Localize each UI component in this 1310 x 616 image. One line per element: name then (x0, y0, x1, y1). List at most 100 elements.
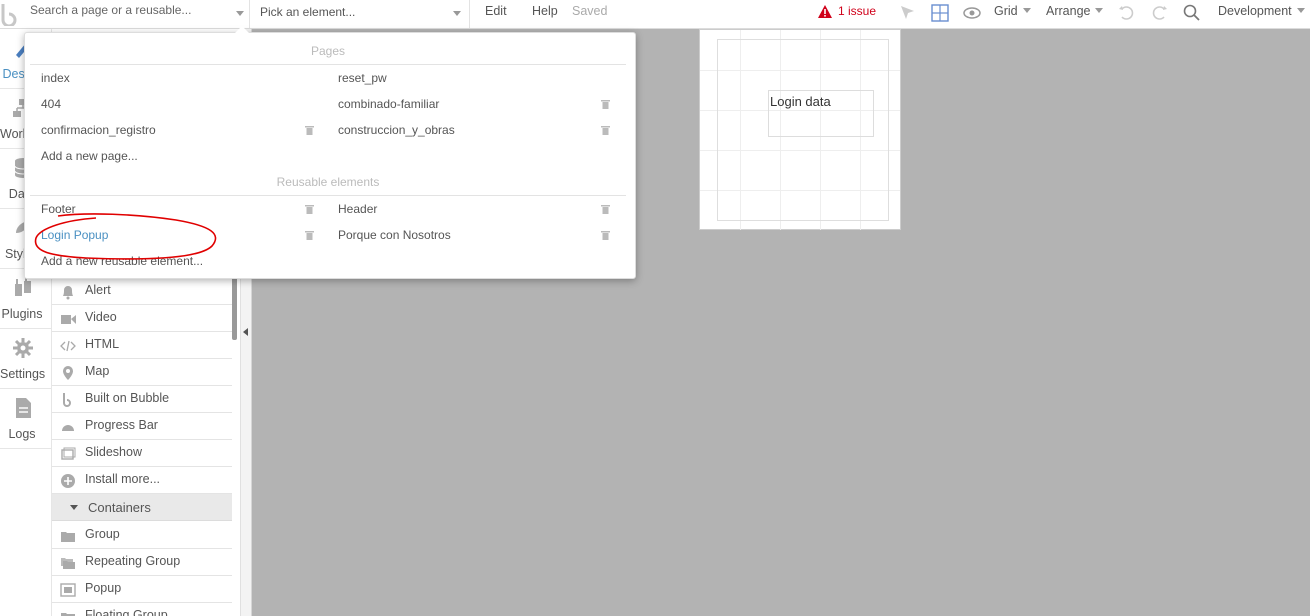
canvas-page[interactable]: Login data (699, 29, 901, 230)
trash-icon[interactable] (305, 230, 314, 240)
caret-down-icon (70, 505, 78, 510)
element-label: Floating Group (85, 608, 168, 616)
trash-icon[interactable] (601, 204, 610, 214)
page-item-index[interactable]: index (41, 71, 70, 85)
element-label: Popup (85, 581, 122, 595)
element-label: Progress Bar (85, 418, 158, 432)
element-label: Group (85, 527, 120, 541)
reusable-item-porque-con-nosotros[interactable]: Porque con Nosotros (338, 228, 451, 242)
trash-icon[interactable] (601, 230, 610, 240)
chevron-down-icon (1022, 8, 1031, 13)
element-label: Repeating Group (85, 554, 181, 568)
trash-icon[interactable] (305, 125, 314, 135)
nav-label-settings: Settings (0, 367, 46, 381)
element-label: Slideshow (85, 445, 142, 459)
environment-dropdown[interactable]: Development (1218, 4, 1305, 18)
folders-icon (61, 558, 75, 569)
grid-layout-icon[interactable] (930, 3, 950, 23)
add-reusable-link[interactable]: Add a new reusable element... (41, 254, 203, 268)
element-label: HTML (85, 337, 120, 351)
environment-label: Development (1218, 4, 1292, 18)
element-group[interactable]: Group (52, 522, 232, 549)
arrange-dropdown[interactable]: Arrange (1046, 4, 1104, 18)
bubble-icon (63, 393, 71, 407)
issues-count: 1 issue (838, 4, 877, 18)
search-icon[interactable] (1182, 3, 1202, 23)
page-item-construccion-y-obras[interactable]: construccion_y_obras (338, 123, 455, 137)
logs-icon (16, 398, 31, 418)
element-repeating-group[interactable]: Repeating Group (52, 549, 232, 576)
element-label: Alert (85, 283, 111, 297)
folder-icon (61, 532, 75, 542)
element-floating-group[interactable]: Floating Group (52, 603, 232, 616)
video-icon (61, 315, 76, 324)
bubble-logo-icon[interactable] (0, 2, 20, 26)
element-slideshow[interactable]: Slideshow (52, 440, 232, 467)
chevron-down-icon (1296, 8, 1305, 13)
element-popup[interactable]: Popup (52, 576, 232, 603)
add-page-link[interactable]: Add a new page... (41, 149, 138, 163)
page-selector-dropdown: Pages index 404 confirmacion_registro re… (24, 26, 636, 279)
element-label: Video (85, 310, 117, 324)
eye-icon[interactable] (962, 3, 982, 23)
element-built-on-bubble[interactable]: Built on Bubble (52, 386, 232, 413)
trash-icon[interactable] (601, 99, 610, 109)
reusable-item-header[interactable]: Header (338, 202, 377, 216)
popup-icon (60, 583, 76, 597)
undo-icon[interactable] (1117, 3, 1137, 23)
nav-label-logs: Logs (8, 427, 36, 441)
login-data-text-element[interactable]: Login data (768, 90, 874, 137)
chevron-down-icon (236, 11, 244, 16)
page-search-dropdown[interactable]: Search a page or a reusable... (24, 0, 250, 28)
reusable-item-footer[interactable]: Footer (41, 202, 76, 216)
plugins-icon (15, 277, 31, 296)
arrange-label: Arrange (1046, 4, 1091, 18)
nav-item-logs[interactable]: Logs (0, 389, 52, 449)
page-item-reset-pw[interactable]: reset_pw (338, 71, 387, 85)
gear-icon (13, 338, 33, 358)
element-video[interactable]: Video (52, 305, 232, 332)
edit-menu[interactable]: Edit (485, 4, 507, 18)
saved-status: Saved (572, 4, 608, 18)
element-alert[interactable]: Alert (52, 278, 232, 305)
reusable-item-login-popup[interactable]: Login Popup (41, 228, 108, 242)
nav-item-settings[interactable]: Settings (0, 329, 52, 389)
trash-icon[interactable] (601, 125, 610, 135)
bell-icon (63, 286, 73, 300)
login-data-text: Login data (770, 94, 831, 109)
issues-indicator[interactable]: 1 issue (818, 4, 876, 18)
dropdown-pointer (235, 26, 249, 33)
panel-scrollbar[interactable] (232, 270, 237, 340)
map-pin-icon (63, 366, 73, 380)
warning-icon (818, 4, 832, 18)
trash-icon[interactable] (305, 204, 314, 214)
element-map[interactable]: Map (52, 359, 232, 386)
top-bar: Search a page or a reusable... Pick an e… (0, 0, 1310, 29)
page-search-text[interactable]: Search a page or a reusable... (30, 3, 191, 17)
grid-label: Grid (994, 4, 1018, 18)
help-menu[interactable]: Help (532, 4, 558, 18)
page-item-404[interactable]: 404 (41, 97, 61, 111)
redo-icon[interactable] (1149, 3, 1169, 23)
element-install-more[interactable]: Install more... (52, 467, 232, 494)
caret-left-icon (243, 328, 248, 336)
canvas-inner-group[interactable]: Login data (717, 39, 889, 221)
page-item-combinado-familiar[interactable]: combinado-familiar (338, 97, 439, 111)
progress-bar-icon (62, 425, 74, 431)
chevron-down-icon (1095, 8, 1104, 13)
element-picker-dropdown[interactable]: Pick an element... (252, 0, 470, 28)
floating-group-icon (61, 613, 75, 616)
element-label: Map (85, 364, 110, 378)
reusable-section-header: Reusable elements (30, 175, 626, 196)
pages-section-header: Pages (30, 44, 626, 65)
page-item-confirmacion-registro[interactable]: confirmacion_registro (41, 123, 156, 137)
nav-label-plugins: Plugins (1, 307, 43, 321)
containers-section-header[interactable]: Containers (52, 494, 232, 521)
grid-dropdown[interactable]: Grid (994, 4, 1031, 18)
chevron-down-icon (453, 11, 461, 16)
element-html[interactable]: HTML (52, 332, 232, 359)
element-picker-text: Pick an element... (260, 5, 356, 19)
code-icon (60, 340, 76, 352)
element-progress-bar[interactable]: Progress Bar (52, 413, 232, 440)
cursor-icon[interactable] (898, 3, 918, 23)
